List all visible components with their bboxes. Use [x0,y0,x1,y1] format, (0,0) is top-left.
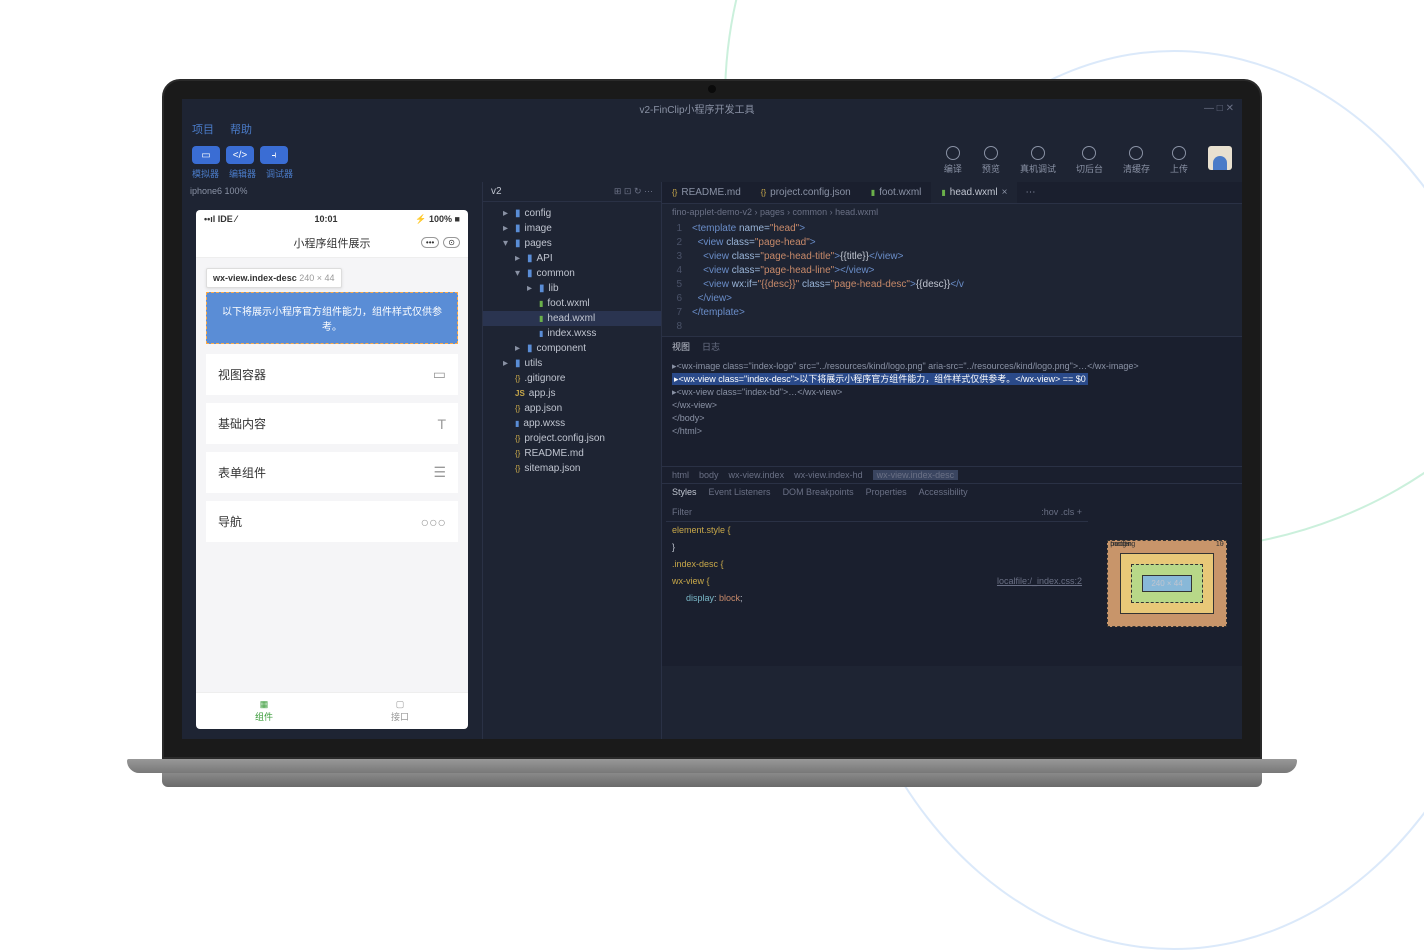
laptop-frame: v2-FinClip小程序开发工具 — □ ✕ 项目 帮助 ▭ </> ⫞ 模拟… [162,79,1262,787]
tree-item[interactable]: {}app.json [483,401,661,416]
tool-真机调试[interactable]: 真机调试 [1020,146,1056,175]
editor-tab[interactable]: {}README.md [662,182,751,203]
file-explorer: v2 ⊞ ⊡ ↻ ⋯ ▸▮config▸▮image▾▮pages▸▮API▾▮… [482,182,662,739]
tree-item[interactable]: {}sitemap.json [483,461,661,476]
tree-item[interactable]: ▸▮component [483,341,661,356]
more-icon[interactable]: ••• [421,237,439,248]
tabs-more[interactable]: ⋯ [1017,182,1043,203]
tree-item[interactable]: ▸▮lib [483,281,661,296]
tree-item[interactable]: ▮index.wxss [483,326,661,341]
dom-inspector[interactable]: ▸<wx-image class="index-logo" src="../re… [662,356,1242,466]
tree-item[interactable]: {}project.config.json [483,431,661,446]
simulator-panel: iphone6 100% ••ıl IDE ⁄ 10:01 ⚡ 100% ■ 小… [182,182,482,739]
nav-api[interactable]: ▢接口 [332,693,468,729]
editor-panel: {}README.md{}project.config.json▮foot.wx… [662,182,1242,739]
ide-window: v2-FinClip小程序开发工具 — □ ✕ 项目 帮助 ▭ </> ⫞ 模拟… [182,99,1242,739]
inspector-tooltip: wx-view.index-desc 240 × 44 [206,268,342,288]
menubar: 项目 帮助 [182,118,1242,140]
tool-预览[interactable]: 预览 [982,146,1000,175]
list-item[interactable]: 表单组件☰ [206,452,458,493]
editor-tab[interactable]: {}project.config.json [751,182,861,203]
toolbar: ▭ </> ⫞ 模拟器 编辑器 调试器 编译预览真机调试切后台清缓存上传 [182,140,1242,182]
editor-tab[interactable]: ▮head.wxml× [931,182,1017,203]
list-item[interactable]: 导航○○○ [206,501,458,542]
code-editor[interactable]: 1<template name="head">2 <view class="pa… [662,220,1242,336]
debugger-toggle[interactable]: ⫞ [260,146,288,164]
close-icon[interactable]: ⊙ [443,237,460,248]
editor-tab[interactable]: ▮foot.wxml [861,182,932,203]
tree-item[interactable]: ▮foot.wxml [483,296,661,311]
webcam-notch [708,85,716,93]
tool-上传[interactable]: 上传 [1170,146,1188,175]
tree-item[interactable]: {}README.md [483,446,661,461]
breadcrumb[interactable]: fino-applet-demo-v2 › pages › common › h… [662,204,1242,220]
css-rules[interactable]: Filter :hov .cls + element.style {}.inde… [662,500,1092,666]
filter-input[interactable]: Filter [672,506,692,519]
tree-item[interactable]: ▸▮config [483,206,661,221]
device-info[interactable]: iphone6 100% [182,182,482,200]
phone-statusbar: ••ıl IDE ⁄ 10:01 ⚡ 100% ■ [196,210,468,229]
dom-breadcrumb[interactable]: htmlbodywx-view.indexwx-view.index-hdwx-… [662,466,1242,483]
tree-item[interactable]: ▸▮utils [483,356,661,371]
nav-components[interactable]: ▦组件 [196,693,332,729]
devtools-tabs: 视图 日志 [662,337,1242,356]
titlebar: v2-FinClip小程序开发工具 — □ ✕ [182,99,1242,118]
tree-item[interactable]: ▸▮API [483,251,661,266]
editor-toggle[interactable]: </> [226,146,254,164]
box-model: margin 10 border - padding - 240 × 44 [1092,500,1242,666]
menu-project[interactable]: 项目 [192,121,214,137]
window-controls[interactable]: — □ ✕ [1204,103,1234,114]
menu-help[interactable]: 帮助 [230,121,252,137]
tree-item[interactable]: {}.gitignore [483,371,661,386]
tree-item[interactable]: ▸▮image [483,221,661,236]
editor-tabs: {}README.md{}project.config.json▮foot.wx… [662,182,1242,204]
tool-编译[interactable]: 编译 [944,146,962,175]
list-item[interactable]: 视图容器▭ [206,354,458,395]
laptop-base [162,759,1262,787]
devtools-subtabs[interactable]: StylesEvent ListenersDOM BreakpointsProp… [662,483,1242,500]
list-item[interactable]: 基础内容T [206,403,458,444]
tool-切后台[interactable]: 切后台 [1076,146,1103,175]
explorer-actions[interactable]: ⊞ ⊡ ↻ ⋯ [614,186,653,197]
tree-item[interactable]: ▮app.wxss [483,416,661,431]
phone-title: 小程序组件展示 •••⊙ [196,229,468,258]
project-root[interactable]: v2 [491,186,502,197]
highlighted-element[interactable]: 以下将展示小程序官方组件能力，组件样式仅供参考。 [206,292,458,344]
tree-item[interactable]: ▾▮common [483,266,661,281]
tree-item[interactable]: ▾▮pages [483,236,661,251]
avatar[interactable] [1208,146,1232,170]
phone-preview: ••ıl IDE ⁄ 10:01 ⚡ 100% ■ 小程序组件展示 •••⊙ w… [196,210,468,729]
simulator-toggle[interactable]: ▭ [192,146,220,164]
phone-tabbar: ▦组件 ▢接口 [196,692,468,729]
tool-清缓存[interactable]: 清缓存 [1123,146,1150,175]
devtools: 视图 日志 ▸<wx-image class="index-logo" src=… [662,336,1242,666]
window-title: v2-FinClip小程序开发工具 [640,101,755,116]
tree-item[interactable]: ▮head.wxml [483,311,661,326]
tree-item[interactable]: JSapp.js [483,386,661,401]
